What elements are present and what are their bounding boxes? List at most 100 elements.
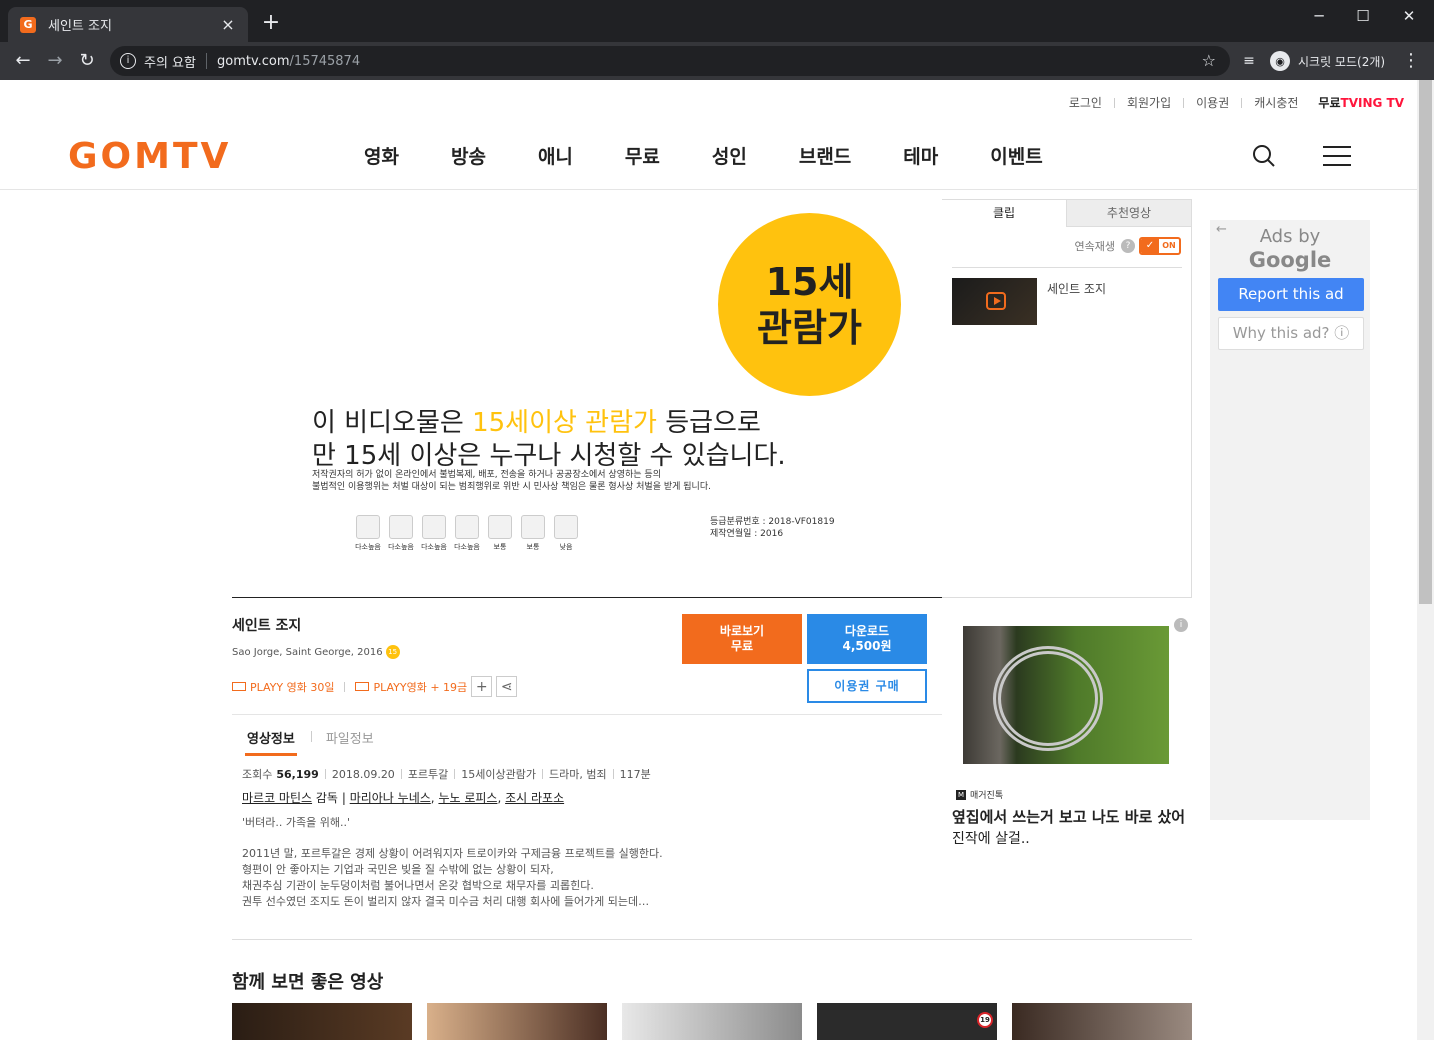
related-thumbnail[interactable]	[232, 1003, 412, 1040]
buy-pass-button[interactable]: 이용권 구매	[807, 669, 927, 703]
window-close-icon[interactable]: ✕	[1394, 4, 1424, 28]
movie-meta: 조회수 56,199 2018.09.20 포르투갈 15세이상관람가 드라마, …	[242, 766, 651, 782]
site-info-icon[interactable]: i	[120, 53, 136, 69]
google-label: Google	[1248, 248, 1332, 272]
download-label: 다운로드	[844, 624, 890, 638]
director-link[interactable]: 마르코 마틴스	[242, 791, 312, 805]
download-button[interactable]: 다운로드 4,500원	[807, 614, 927, 664]
descriptor-level: 다소높음	[421, 543, 447, 551]
descriptor-icon	[389, 515, 413, 539]
report-ad-button[interactable]: Report this ad	[1218, 278, 1364, 311]
pass-playy-19[interactable]: PLAYY영화 + 19금	[355, 679, 467, 695]
ad-image[interactable]	[963, 626, 1169, 764]
maximize-icon[interactable]: ☐	[1348, 4, 1378, 28]
synopsis-line: 형편이 안 좋아지는 기업과 국민은 빚을 질 수밖에 없는 상황이 되자,	[242, 863, 554, 876]
signup-link[interactable]: 회원가입	[1127, 94, 1171, 111]
nav-item-event[interactable]: 이벤트	[990, 142, 1042, 169]
descriptor-icon	[356, 515, 380, 539]
related-thumbnail[interactable]	[622, 1003, 802, 1040]
pass-playy-30[interactable]: PLAYY 영화 30일	[232, 679, 334, 695]
watch-now-button[interactable]: 바로보기 무료	[682, 614, 802, 664]
nav-item-free[interactable]: 무료	[625, 142, 660, 169]
age-15-badge: 15	[385, 645, 400, 659]
descriptor-icon	[521, 515, 545, 539]
incognito-indicator[interactable]: ◉ 시크릿 모드(2개)	[1266, 48, 1395, 74]
cash-charge-link[interactable]: 캐시충전	[1254, 94, 1298, 111]
scrollbar-thumb[interactable]	[1419, 80, 1432, 604]
section-divider	[232, 939, 1192, 940]
production-date: 제작연월일 : 2016	[710, 529, 784, 539]
synopsis-line: 2011년 말, 포르투갈은 경제 상황이 어려워지자 트로이카와 구제금융 프…	[242, 847, 663, 860]
ad-headline[interactable]: 옆집에서 쓰는거 보고 나도 바로 샀어	[952, 806, 1185, 827]
brand-logo-icon: M	[956, 789, 966, 800]
search-icon[interactable]	[1252, 144, 1276, 168]
bookmark-star-icon[interactable]: ☆	[1202, 51, 1216, 70]
minimize-icon[interactable]: ─	[1304, 4, 1334, 28]
credits-separator: |	[341, 791, 346, 805]
native-ad[interactable]: i M 매거진톡 옆집에서 쓰는거 보고 나도 바로 샀어 진작에 살걸..	[952, 618, 1192, 858]
cast-link[interactable]: 누노 로피스	[438, 791, 497, 805]
release-date: 2018.09.20	[331, 767, 395, 781]
scrollbar[interactable]	[1417, 80, 1434, 1040]
synopsis: 2011년 말, 포르투갈은 경제 상황이 어려워지자 트로이카와 구제금융 프…	[242, 846, 932, 910]
incognito-label: 시크릿 모드(2개)	[1298, 54, 1386, 69]
cast-link[interactable]: 조시 라포소	[505, 791, 564, 805]
hamburger-menu-icon[interactable]	[1323, 146, 1351, 166]
playlist-item-title[interactable]: 세인트 조지	[1047, 280, 1106, 325]
nav-item-brand[interactable]: 브랜드	[799, 142, 851, 169]
pass-link[interactable]: 이용권	[1196, 94, 1229, 111]
nav-item-adult[interactable]: 성인	[712, 142, 747, 169]
nav-item-anime[interactable]: 애니	[538, 142, 573, 169]
gomtv-logo[interactable]: GOMTV	[68, 136, 231, 177]
autoplay-toggle[interactable]: ✓ ON	[1139, 237, 1181, 255]
descriptor-level: 다소높음	[355, 543, 381, 551]
browser-tab[interactable]: G 세인트 조지 ×	[8, 7, 248, 42]
related-thumbnail[interactable]: 19	[817, 1003, 997, 1040]
rating-statement-line2: 만 15세 이상은 누구나 시청할 수 있습니다.	[312, 441, 786, 471]
help-icon[interactable]: ?	[1121, 239, 1135, 253]
tab-file-info[interactable]: 파일정보	[326, 728, 374, 747]
tving-link[interactable]: 무료TVING TV	[1318, 94, 1404, 111]
new-tab-icon[interactable]: +	[260, 12, 282, 34]
descriptor-icon	[554, 515, 578, 539]
add-icon[interactable]: +	[471, 676, 493, 697]
video-player[interactable]: 15세 관람가 이 비디오물은 15세이상 관람가 등급으로 만 15세 이상은…	[232, 190, 942, 598]
why-this-ad-button[interactable]: Why this ad? ⓘ	[1218, 317, 1364, 350]
media-queue-icon[interactable]: ≡	[1238, 50, 1260, 72]
descriptor-sex: 다소높음	[385, 515, 417, 552]
tab-video-info[interactable]: 영상정보	[245, 728, 297, 756]
back-icon[interactable]: ←	[12, 50, 34, 72]
reload-icon[interactable]: ↻	[76, 50, 98, 72]
related-thumbnail[interactable]	[1012, 1003, 1192, 1040]
webpage: 로그인 회원가입 이용권 캐시충전 무료TVING TV GOMTV 영화 방송…	[0, 80, 1434, 1040]
rating-line1-suffix: 등급으로	[665, 408, 761, 438]
tab-recommended[interactable]: 추천영상	[1066, 200, 1191, 227]
synopsis-line: 채권추심 기관이 눈두덩이처럼 불어나면서 온갖 협박으로 채무자를 괴롭힌다.	[242, 879, 594, 892]
login-link[interactable]: 로그인	[1069, 94, 1102, 111]
cast-link[interactable]: 마리아나 누네스	[350, 791, 431, 805]
share-icon[interactable]: ⋖	[496, 676, 518, 697]
rating-age: 15세	[765, 259, 854, 304]
playlist-item[interactable]: 세인트 조지	[952, 278, 1106, 325]
nav-item-movie[interactable]: 영화	[364, 142, 399, 169]
related-thumbnail[interactable]	[427, 1003, 607, 1040]
descriptor-violence: 다소높음	[418, 515, 450, 552]
nav-item-theme[interactable]: 테마	[903, 142, 938, 169]
copyright-note-line1: 저작권자의 허가 없이 온라인에서 불법복제, 배포, 전송을 하거나 공공장소…	[312, 470, 661, 480]
synopsis-line: 권투 선수였던 조지도 돈이 벌리지 않자 결국 미수금 처리 대행 회사에 들…	[242, 895, 650, 908]
hose-graphic	[993, 646, 1103, 751]
tab-clip[interactable]: 클립	[942, 200, 1066, 227]
browser-menu-icon[interactable]: ⋮	[1400, 50, 1422, 72]
ad-info-icon[interactable]: i	[1174, 618, 1188, 632]
google-ad-box: ← Ads by Google Report this ad Why this …	[1210, 220, 1370, 820]
nav-item-broadcast[interactable]: 방송	[451, 142, 486, 169]
playlist-thumbnail[interactable]	[952, 278, 1037, 325]
runtime: 117분	[619, 768, 651, 781]
omnibox-separator	[205, 53, 207, 69]
meta-separator	[400, 769, 402, 779]
close-tab-icon[interactable]: ×	[220, 15, 236, 34]
forward-icon[interactable]: →	[44, 50, 66, 72]
descriptor-dialogue: 다소높음	[451, 515, 483, 552]
address-bar[interactable]: i 주의 요함 gomtv.com /15745874 ☆	[110, 46, 1230, 76]
ad-body[interactable]: 진작에 살걸..	[952, 828, 1030, 848]
